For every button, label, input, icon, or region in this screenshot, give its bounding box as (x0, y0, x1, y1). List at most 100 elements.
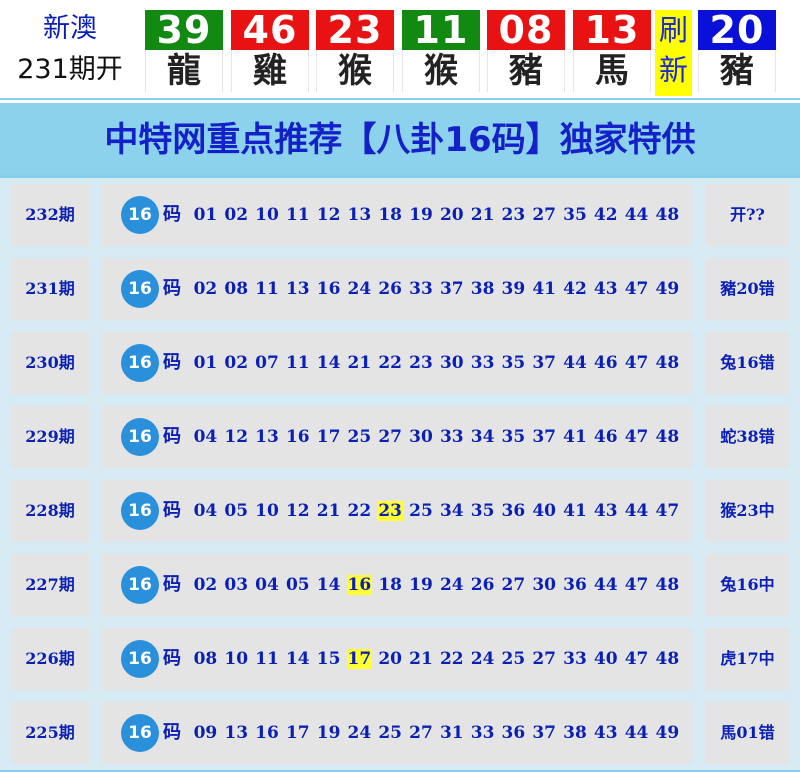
count-badge: 16 (121, 418, 159, 456)
number: 47 (624, 575, 649, 595)
number: 37 (439, 279, 464, 299)
number: 01 (193, 205, 218, 225)
number: 39 (501, 279, 526, 299)
number: 47 (655, 501, 680, 521)
ball-number: 11 (402, 10, 480, 50)
result-cell: 虎17中 (706, 628, 789, 690)
number: 26 (378, 279, 403, 299)
number: 47 (624, 279, 649, 299)
number: 43 (593, 279, 618, 299)
number: 08 (193, 649, 218, 669)
number: 04 (193, 501, 218, 521)
number: 41 (563, 501, 587, 521)
number: 42 (593, 205, 618, 225)
number: 41 (563, 427, 587, 447)
number: 14 (285, 649, 310, 669)
number: 17 (285, 723, 310, 743)
period-cell: 231期 (11, 258, 89, 320)
count-badge: 16 (121, 492, 159, 530)
number-list: 09 13 16 17 19 24 25 27 31 33 36 37 38 43 44 49 (190, 702, 683, 764)
banner-title: 中特网重点推荐【八卦16码】独家特供 (104, 120, 696, 160)
number: 48 (655, 649, 680, 669)
number: 13 (347, 205, 372, 225)
number: 02 (193, 279, 218, 299)
number-list: 01 02 07 11 14 21 22 23 30 33 35 37 44 46 47 48 (190, 332, 683, 394)
period-cell: 229期 (11, 406, 89, 468)
result-ball: 11 猴 (402, 10, 480, 92)
refresh-button[interactable]: 刷 新 (655, 10, 692, 96)
result-ball: 39 龍 (145, 10, 223, 92)
number: 25 (501, 649, 526, 669)
table-row: 226期 16 码 08 10 11 14 15 17 20 21 22 24 25 27 33 40 47 48 虎… (0, 622, 800, 696)
number: 47 (624, 353, 649, 373)
number: 21 (347, 353, 372, 373)
number: 19 (316, 723, 341, 743)
numbers-cell: 16 码 04 05 10 12 21 22 23 25 34 35 36 40 41 43 44 47 (101, 480, 692, 542)
number: 35 (563, 205, 587, 225)
number: 33 (563, 649, 587, 669)
number: 08 (224, 279, 249, 299)
number: 41 (532, 279, 556, 299)
number: 44 (624, 723, 649, 743)
number: 46 (593, 353, 618, 373)
ma-label: 码 (163, 352, 181, 373)
number: 12 (224, 427, 249, 447)
number: 48 (655, 353, 680, 373)
number: 37 (532, 353, 556, 373)
result-ball: 23 猴 (316, 10, 394, 92)
number: 42 (563, 279, 587, 299)
number: 23 (501, 205, 526, 225)
number-list: 02 03 04 05 14 16 18 19 24 26 27 30 36 44 47 48 (190, 554, 683, 616)
number: 40 (532, 501, 556, 521)
number: 20 (439, 205, 464, 225)
number: 12 (285, 501, 310, 521)
number: 13 (224, 723, 249, 743)
number: 36 (501, 723, 526, 743)
number: 16 (255, 723, 279, 743)
number: 27 (501, 575, 526, 595)
result-cell: 兔16错 (706, 332, 789, 394)
result-ball: 08 豬 (487, 10, 565, 92)
ma-label: 码 (163, 500, 181, 521)
number: 10 (224, 649, 249, 669)
count-badge: 16 (121, 270, 159, 308)
refresh-label-2: 新 (658, 53, 688, 87)
table-row: 231期 16 码 02 08 11 13 16 24 26 33 37 38 39 41 42 43 47 49 豬… (0, 252, 800, 326)
ball-number: 23 (316, 10, 394, 50)
number: 24 (470, 649, 495, 669)
result-cell: 猴23中 (706, 480, 789, 542)
result-cell: 蛇38错 (706, 406, 789, 468)
lottery-name: 新澳 (43, 13, 97, 44)
count-badge: 16 (121, 566, 159, 604)
number-list: 02 08 11 13 16 24 26 33 37 38 39 41 42 43 47 49 (190, 258, 683, 320)
period-cell: 226期 (11, 628, 89, 690)
refresh-label-1: 刷 (658, 13, 688, 47)
count-badge: 16 (121, 344, 159, 382)
number-list: 04 05 10 12 21 22 23 25 34 35 36 40 41 43 44 47 (190, 480, 683, 542)
period-cell: 227期 (11, 554, 89, 616)
number: 33 (439, 427, 464, 447)
number: 27 (532, 649, 556, 669)
number: 22 (347, 501, 372, 521)
number: 13 (255, 427, 279, 447)
number: 11 (255, 649, 279, 669)
number: 21 (470, 205, 495, 225)
ball-number: 13 (573, 10, 651, 50)
number: 18 (378, 205, 403, 225)
number: 36 (563, 575, 587, 595)
number: 35 (501, 427, 526, 447)
number: 33 (470, 353, 495, 373)
ball-number: 20 (698, 10, 776, 50)
number: 10 (255, 205, 279, 225)
count-badge: 16 (121, 196, 159, 234)
number: 16 (285, 427, 310, 447)
number: 27 (378, 427, 403, 447)
number: 10 (255, 501, 279, 521)
ma-label: 码 (163, 278, 181, 299)
banner: 中特网重点推荐【八卦16码】独家特供 (0, 100, 800, 174)
number: 24 (439, 575, 464, 595)
number: 16 (316, 279, 341, 299)
number: 02 (224, 205, 249, 225)
recommend-panel: 中特网重点推荐【八卦16码】独家特供 232期 16 码 01 02 10 11 12 13 18… (0, 98, 800, 772)
result-ball: 46 雞 (231, 10, 309, 92)
